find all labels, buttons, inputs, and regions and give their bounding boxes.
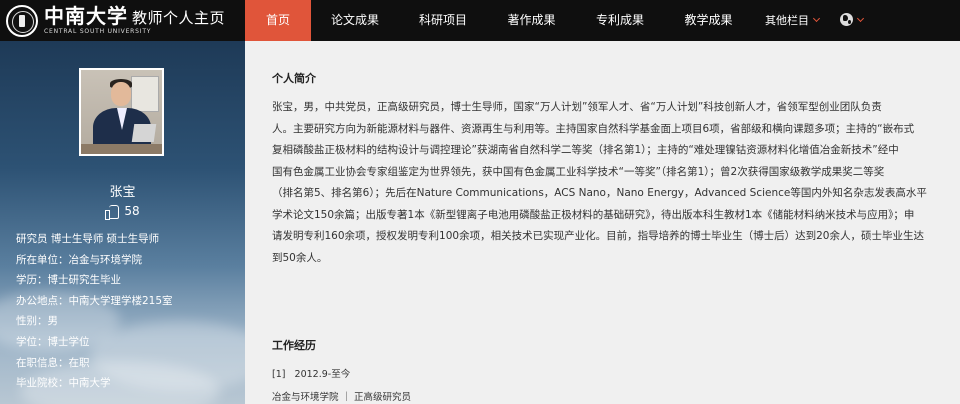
nav-research-projects[interactable]: 科研项目	[399, 0, 487, 41]
bio-line: 请发明专利160余项，授权发明专利100余项，相关技术已实现产业化。目前，指导培…	[272, 230, 924, 242]
top-header: 中南大学 教师个人主页 CENTRAL SOUTH UNIVERSITY 首页 …	[0, 0, 960, 41]
university-seal-icon	[6, 4, 38, 37]
bio-text: 张宝，男，中共党员，正高级研究员，博士生导师，国家“万人计划”领军人才、省“万人…	[272, 97, 955, 269]
info-office: 办公地点：中南大学理学楼215室	[16, 294, 173, 307]
info-degree: 学位：博士学位	[16, 335, 90, 348]
chevron-down-icon	[812, 14, 821, 23]
info-alma-mater: 毕业院校：中南大学	[16, 377, 111, 390]
language-switcher[interactable]	[831, 0, 871, 41]
work-heading: 工作经历	[272, 339, 316, 352]
nav-other-columns[interactable]: 其他栏目	[753, 0, 831, 41]
work-entry-period: [1] 2012.9-至今	[272, 366, 350, 380]
work-index: [1]	[272, 369, 286, 380]
thumbs-up-icon	[105, 204, 120, 220]
info-gender: 性别：男	[16, 315, 58, 328]
nav-teaching[interactable]: 教学成果	[664, 0, 753, 41]
nav-home[interactable]: 首页	[245, 0, 311, 41]
bio-line: 复相磷酸盐正极材料的结构设计与调控理论”获湖南省自然科学二等奖（排名第1）；主持…	[272, 144, 899, 156]
profile-info: 研究员 博士生导师 硕士生导师 所在单位：冶金与环境学院 学历：博士研究生毕业 …	[16, 229, 173, 394]
university-english-name: CENTRAL SOUTH UNIVERSITY	[44, 28, 152, 35]
university-name: 中南大学	[44, 4, 128, 28]
bio-line: （排名第5、排名第6）；先后在Nature Communications，ACS…	[272, 187, 927, 199]
bio-line: 张宝，男，中共党员，正高级研究员，博士生导师，国家“万人计划”领军人才、省“万人…	[272, 101, 882, 113]
work-period: 2012.9-至今	[294, 369, 351, 380]
site-subtitle: 教师个人主页	[132, 9, 226, 27]
bio-line: 国有色金属工业协会专家组鉴定为世界领先，获中国有色金属工业科学技术“一等奖”（排…	[272, 165, 885, 178]
logo-text: 中南大学 教师个人主页 CENTRAL SOUTH UNIVERSITY	[44, 6, 225, 35]
bio-line: 学术论文150余篇；出版专著1本《新型锂离子电池用磷酸盐正极材料的基础研究》，待…	[272, 208, 915, 221]
profile-name: 张宝	[109, 185, 136, 200]
profile-sidebar: 张宝 58 研究员 博士生导师 硕士生导师 所在单位：冶金与环境学院 学历：博士…	[0, 41, 245, 404]
university-logo[interactable]: 中南大学 教师个人主页 CENTRAL SOUTH UNIVERSITY	[0, 0, 245, 41]
nav-patents[interactable]: 专利成果	[576, 0, 664, 41]
info-unit: 所在单位：冶金与环境学院	[16, 253, 142, 266]
chevron-down-icon	[856, 14, 864, 23]
main-content: 个人简介 张宝，男，中共党员，正高级研究员，博士生导师，国家“万人计划”领军人才…	[245, 41, 960, 404]
like-counter[interactable]: 58	[0, 204, 245, 220]
work-entry-detail: 冶金与环境学院 ｜ 正高级研究员	[272, 392, 412, 403]
intro-heading: 个人简介	[272, 72, 316, 85]
bio-line: 人。主要研究方向为新能源材料与器件、资源再生与利用等。主持国家自然科学基金面上项…	[272, 122, 915, 135]
info-employment: 在职信息：在职	[16, 356, 90, 369]
bio-line: 到50余人。	[272, 251, 328, 264]
nav-books[interactable]: 著作成果	[487, 0, 576, 41]
globe-icon	[839, 13, 853, 26]
nav-papers[interactable]: 论文成果	[311, 0, 399, 41]
nav-other-label: 其他栏目	[765, 14, 809, 27]
like-count: 58	[124, 204, 140, 218]
info-title: 研究员 博士生导师 硕士生导师	[16, 233, 160, 245]
info-education: 学历：博士研究生毕业	[16, 274, 121, 287]
main-nav: 首页 论文成果 科研项目 著作成果 专利成果 教学成果 其他栏目	[245, 0, 871, 41]
profile-photo	[79, 68, 164, 156]
